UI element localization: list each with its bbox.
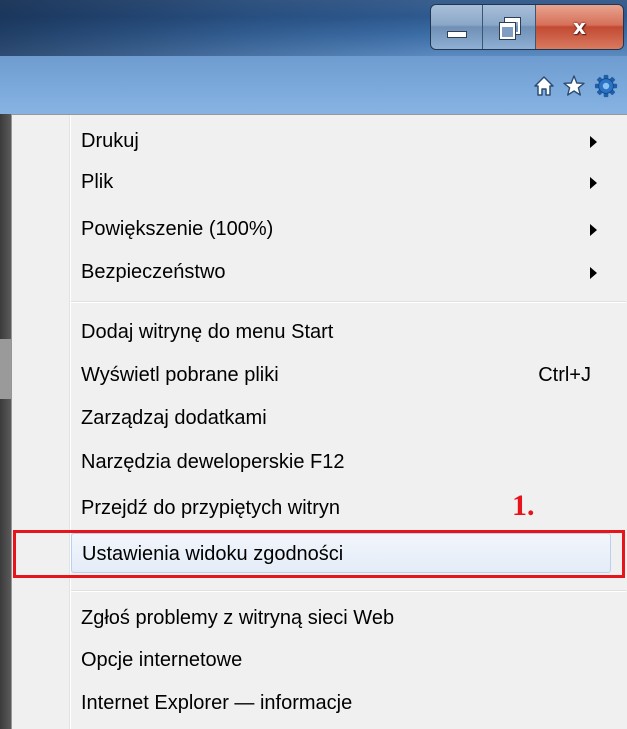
submenu-arrow-icon [590, 177, 597, 189]
close-button[interactable]: x [535, 5, 623, 49]
minimize-icon [446, 30, 467, 38]
menu-item-label: Internet Explorer — informacje [81, 692, 353, 714]
submenu-arrow-icon [590, 136, 597, 148]
menu-item-label: Powiększenie (100%) [81, 218, 274, 240]
menu-item-label: Wyświetl pobrane pliki [81, 364, 279, 386]
submenu-arrow-icon [590, 267, 597, 279]
menu-separator [71, 301, 626, 303]
window-controls: x [430, 4, 624, 50]
menu-item-label: Przejdź do przypiętych witryn [81, 497, 340, 519]
menu-item-compatibility-view[interactable]: Ustawienia widoku zgodności [71, 533, 611, 573]
ie-window: x Drukuj Plik Powiększenie (100%) Bezpie… [0, 0, 627, 729]
menu-item-developer-tools[interactable]: Narzędzia deweloperskie F12 [71, 442, 611, 482]
menu-item-bezpieczenstwo[interactable]: Bezpieczeństwo [71, 252, 611, 292]
menu-item-about-ie[interactable]: Internet Explorer — informacje [71, 683, 611, 723]
annotation-step-label: 1. [512, 489, 535, 522]
menu-item-label: Narzędzia deweloperskie F12 [81, 451, 345, 473]
restore-icon [500, 18, 521, 39]
menu-item-label: Bezpieczeństwo [81, 261, 226, 283]
page-edge [0, 114, 11, 729]
tools-menu: Drukuj Plik Powiększenie (100%) Bezpiecz… [11, 114, 627, 729]
menu-item-drukuj[interactable]: Drukuj [71, 121, 611, 161]
menu-item-label: Dodaj witrynę do menu Start [81, 321, 334, 343]
close-icon: x [572, 15, 586, 39]
star-icon[interactable] [562, 74, 586, 98]
menu-item-label: Zgłoś problemy z witryną sieci Web [81, 607, 395, 629]
home-icon[interactable] [532, 74, 556, 98]
menu-separator [71, 590, 626, 592]
menu-item-manage-addons[interactable]: Zarządzaj dodatkami [71, 398, 611, 438]
menu-item-label: Opcje internetowe [81, 649, 243, 671]
menu-item-add-to-start[interactable]: Dodaj witrynę do menu Start [71, 312, 611, 352]
minimize-button[interactable] [431, 5, 484, 49]
menu-item-plik[interactable]: Plik [71, 162, 611, 202]
menu-item-label: Plik [81, 171, 114, 193]
maximize-button[interactable] [483, 5, 536, 49]
menu-item-shortcut: Ctrl+J [538, 364, 591, 386]
submenu-arrow-icon [590, 224, 597, 236]
menu-item-internet-options[interactable]: Opcje internetowe [71, 640, 611, 680]
menu-item-label: Zarządzaj dodatkami [81, 407, 267, 429]
menu-item-label: Ustawienia widoku zgodności [82, 543, 344, 565]
menu-item-label: Drukuj [81, 130, 139, 152]
menu-item-report-problems[interactable]: Zgłoś problemy z witryną sieci Web [71, 598, 611, 638]
menu-item-powiekszenie[interactable]: Powiększenie (100%) [71, 209, 611, 249]
menu-item-downloads[interactable]: Wyświetl pobrane pliki Ctrl+J [71, 355, 611, 395]
gear-icon[interactable] [594, 74, 618, 98]
